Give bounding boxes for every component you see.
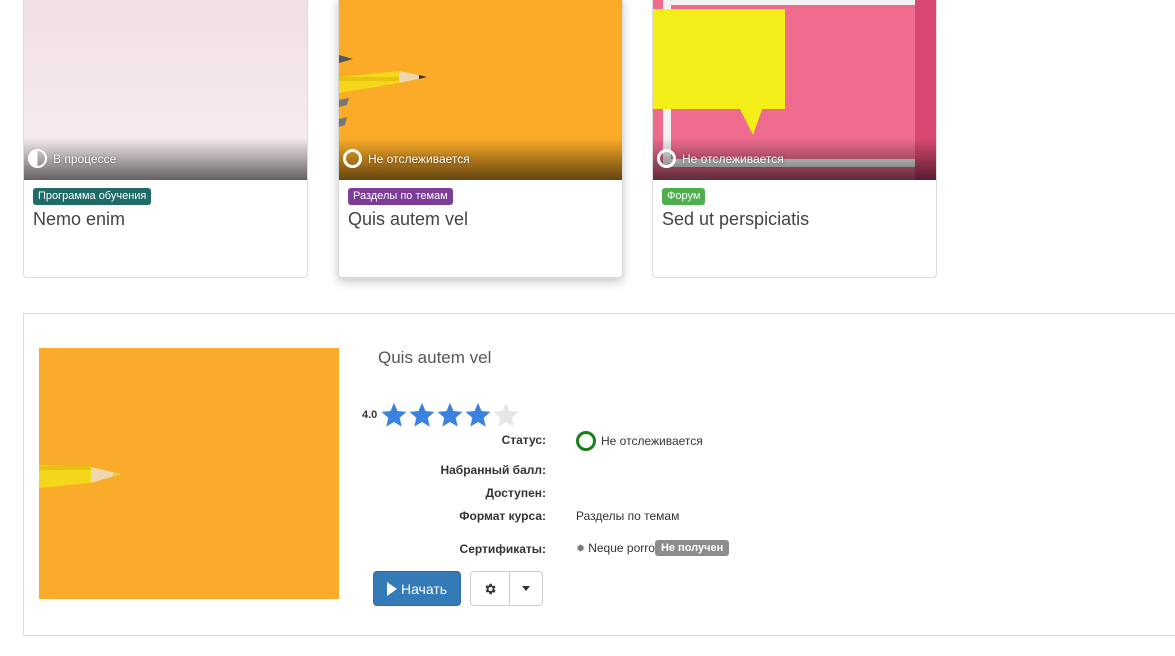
status-value: Не отслеживается: [576, 431, 703, 451]
course-card[interactable]: В процессе Программа обучения Nemo enim: [23, 0, 308, 278]
available-label: Доступен:: [485, 486, 546, 500]
progress-status: Не отслеживается: [657, 149, 784, 168]
course-cover-image[interactable]: Не отслеживается: [653, 0, 936, 180]
play-icon: [386, 581, 397, 596]
course-detail-title: Quis autem vel: [378, 348, 492, 367]
status-label: Статус:: [501, 433, 546, 447]
in-progress-icon: [28, 149, 47, 168]
score-label: Набранный балл:: [440, 463, 546, 477]
course-title[interactable]: Sed ut perspiciatis: [662, 209, 809, 230]
settings-button-group: [470, 571, 543, 606]
star-empty-icon: [493, 402, 519, 427]
course-detail-panel: Quis autem vel 4.0 Статус: Не отслеживае…: [23, 313, 1175, 636]
not-tracked-icon: [576, 431, 596, 451]
star-filled-icon: [465, 402, 491, 427]
star-filled-icon: [409, 402, 435, 427]
certificate-item: ✹ Neque porro Не получен: [576, 540, 730, 556]
progress-status: Не отслеживается: [343, 149, 470, 168]
certificates-label: Сертификаты:: [459, 542, 546, 556]
course-cover-image[interactable]: Не отслеживается: [339, 0, 622, 180]
course-title[interactable]: Nemo enim: [33, 209, 125, 230]
not-tracked-icon: [343, 149, 362, 168]
gear-icon: [485, 583, 496, 594]
certificate-name: Neque porro: [588, 541, 655, 555]
course-detail-image: [39, 348, 339, 599]
caret-down-icon: [522, 586, 530, 591]
course-rating: 4.0: [362, 401, 520, 429]
course-format-badge: Форум: [662, 188, 706, 205]
course-format-badge: Программа обучения: [33, 188, 152, 205]
certificate-icon: ✹: [576, 542, 586, 555]
course-title[interactable]: Quis autem vel: [348, 209, 468, 230]
not-tracked-icon: [657, 149, 676, 168]
format-value: Разделы по темам: [576, 509, 680, 523]
course-cover-image[interactable]: В процессе: [24, 0, 307, 180]
course-format-badge: Разделы по темам: [348, 188, 453, 205]
course-card[interactable]: Не отслеживается Разделы по темам Quis a…: [338, 0, 623, 278]
settings-button[interactable]: [470, 571, 510, 606]
progress-status: В процессе: [28, 149, 116, 168]
rating-value: 4.0: [362, 409, 378, 421]
star-filled-icon: [437, 402, 463, 427]
format-label: Формат курса:: [459, 509, 546, 523]
certificate-status-badge: Не получен: [654, 540, 730, 556]
start-button[interactable]: Начать: [373, 571, 461, 606]
dropdown-toggle[interactable]: [510, 571, 543, 606]
star-filled-icon: [381, 402, 407, 427]
course-card[interactable]: Не отслеживается Форум Sed ut perspiciat…: [652, 0, 937, 278]
